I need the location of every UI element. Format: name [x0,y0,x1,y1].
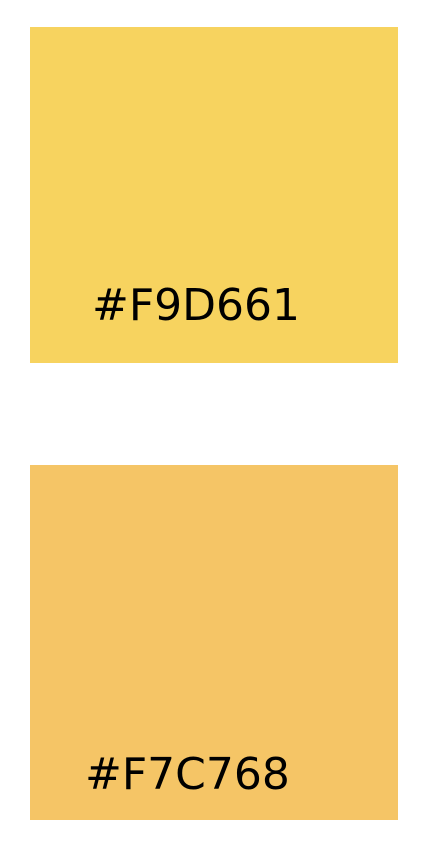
color-palette: #F9D661 #F7C768 [0,0,432,850]
color-swatch: #F7C768 [30,465,398,820]
color-swatch: #F9D661 [30,27,398,363]
swatch-hex-label: #F7C768 [85,749,290,800]
swatch-hex-label: #F9D661 [92,280,301,331]
